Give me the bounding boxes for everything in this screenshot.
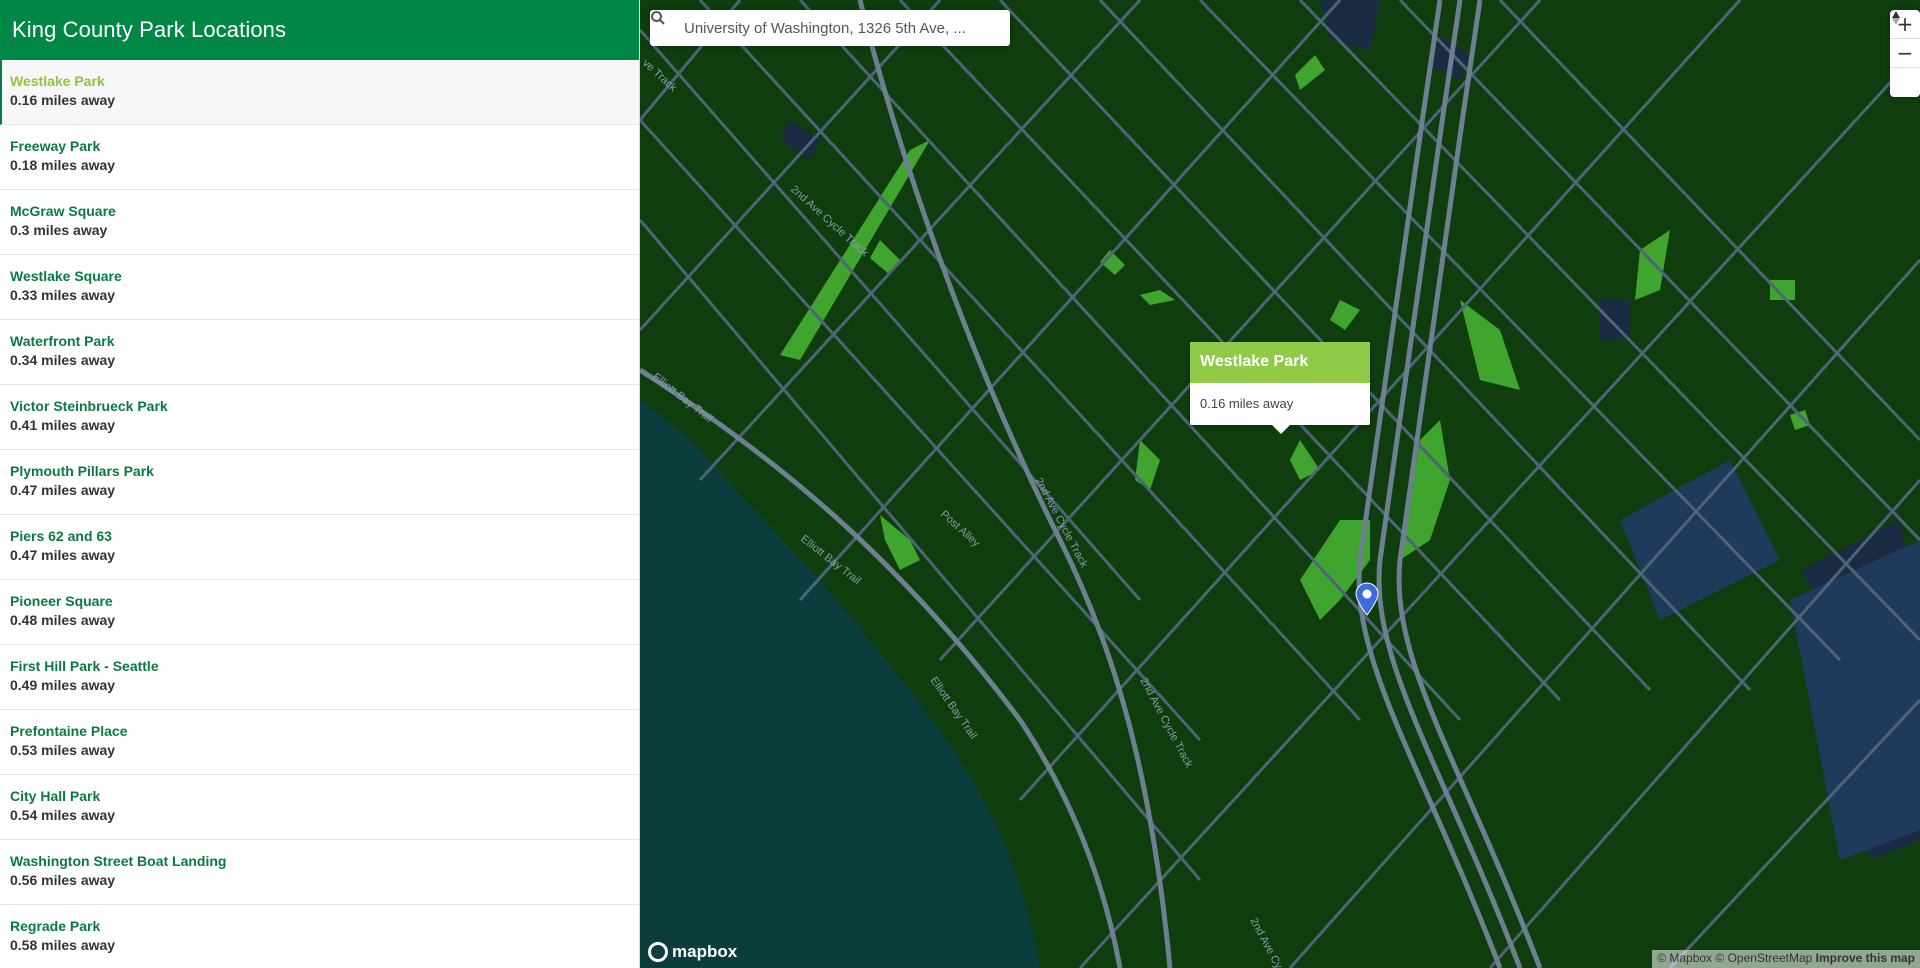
listing-distance: 0.3 miles away	[10, 222, 108, 238]
list-item[interactable]: McGraw Square 0.3 miles away	[0, 190, 639, 255]
listing-title-link[interactable]: Regrade Park	[10, 917, 629, 935]
list-item[interactable]: Westlake Park 0.16 miles away	[0, 60, 639, 125]
listing-title-link[interactable]: Westlake Square	[10, 267, 629, 285]
list-item[interactable]: Victor Steinbrueck Park 0.41 miles away	[0, 385, 639, 450]
mapbox-logo-icon	[648, 942, 668, 962]
list-item[interactable]: Prefontaine Place 0.53 miles away	[0, 710, 639, 775]
list-item[interactable]: Waterfront Park 0.34 miles away	[0, 320, 639, 385]
listing-title-link[interactable]: Freeway Park	[10, 137, 629, 155]
geocoder[interactable]	[650, 10, 1010, 46]
search-input[interactable]	[684, 19, 994, 37]
navigation-control: + −	[1890, 10, 1920, 97]
compass-button[interactable]	[1890, 11, 1920, 97]
listing-distance: 0.41 miles away	[10, 417, 116, 433]
listing-distance: 0.47 miles away	[10, 482, 116, 498]
listing-distance: 0.34 miles away	[10, 352, 116, 368]
listing-distance: 0.58 miles away	[10, 937, 116, 953]
improve-map-link[interactable]: Improve this map	[1816, 951, 1915, 965]
listing-distance: 0.49 miles away	[10, 677, 116, 693]
map-popup: Westlake Park 0.16 miles away	[1190, 342, 1370, 434]
listings: Westlake Park 0.16 miles away Freeway Park…	[0, 60, 639, 968]
list-item[interactable]: Westlake Square 0.33 miles away	[0, 255, 639, 320]
sidebar-header: King County Park Locations	[0, 0, 639, 60]
attribution-mapbox-link[interactable]: © Mapbox	[1657, 951, 1712, 965]
list-item[interactable]: City Hall Park 0.54 miles away	[0, 775, 639, 840]
popup-tip	[1272, 425, 1290, 434]
listing-distance: 0.54 miles away	[10, 807, 116, 823]
list-item[interactable]: Regrade Park 0.58 miles away	[0, 905, 639, 968]
list-item[interactable]: Piers 62 and 63 0.47 miles away	[0, 515, 639, 580]
listing-distance: 0.47 miles away	[10, 547, 116, 563]
listing-distance: 0.16 miles away	[10, 92, 116, 108]
listing-distance: 0.53 miles away	[10, 742, 116, 758]
map-canvas[interactable]: 2nd Ave Cycle Track 2nd Ave Cycle Track …	[640, 0, 1920, 968]
listing-title-link[interactable]: Piers 62 and 63	[10, 527, 629, 545]
popup-title: Westlake Park	[1190, 342, 1370, 383]
listing-title-link[interactable]: Westlake Park	[10, 72, 629, 90]
listing-distance: 0.18 miles away	[10, 157, 116, 173]
listing-title-link[interactable]: McGraw Square	[10, 202, 629, 220]
listing-title-link[interactable]: Pioneer Square	[10, 592, 629, 610]
list-item[interactable]: First Hill Park - Seattle 0.49 miles away	[0, 645, 639, 710]
listing-distance: 0.48 miles away	[10, 612, 116, 628]
listing-title-link[interactable]: Prefontaine Place	[10, 722, 629, 740]
listing-title-link[interactable]: Waterfront Park	[10, 332, 629, 350]
sidebar: King County Park Locations Westlake Park…	[0, 0, 640, 968]
listing-title-link[interactable]: Washington Street Boat Landing	[10, 852, 629, 870]
attribution: © Mapbox © OpenStreetMap Improve this ma…	[1652, 950, 1920, 968]
listing-title-link[interactable]: Plymouth Pillars Park	[10, 462, 629, 480]
list-item[interactable]: Washington Street Boat Landing 0.56 miles…	[0, 840, 639, 905]
popup-distance: 0.16 miles away	[1200, 396, 1294, 411]
map[interactable]: 2nd Ave Cycle Track 2nd Ave Cycle Track …	[640, 0, 1920, 968]
zoom-out-button[interactable]: −	[1890, 39, 1920, 68]
listing-title-link[interactable]: First Hill Park - Seattle	[10, 657, 629, 675]
map-pin-icon	[1355, 582, 1379, 616]
mapbox-logo[interactable]: mapbox	[648, 942, 737, 962]
list-item[interactable]: Pioneer Square 0.48 miles away	[0, 580, 639, 645]
listing-title-link[interactable]: City Hall Park	[10, 787, 629, 805]
listing-distance: 0.56 miles away	[10, 872, 116, 888]
list-item[interactable]: Plymouth Pillars Park 0.47 miles away	[0, 450, 639, 515]
attribution-osm-link[interactable]: © OpenStreetMap	[1715, 951, 1812, 965]
listing-title-link[interactable]: Victor Steinbrueck Park	[10, 397, 629, 415]
listing-distance: 0.33 miles away	[10, 287, 116, 303]
list-item[interactable]: Freeway Park 0.18 miles away	[0, 125, 639, 190]
page-title: King County Park Locations	[12, 17, 287, 42]
mapbox-wordmark: mapbox	[672, 942, 738, 961]
